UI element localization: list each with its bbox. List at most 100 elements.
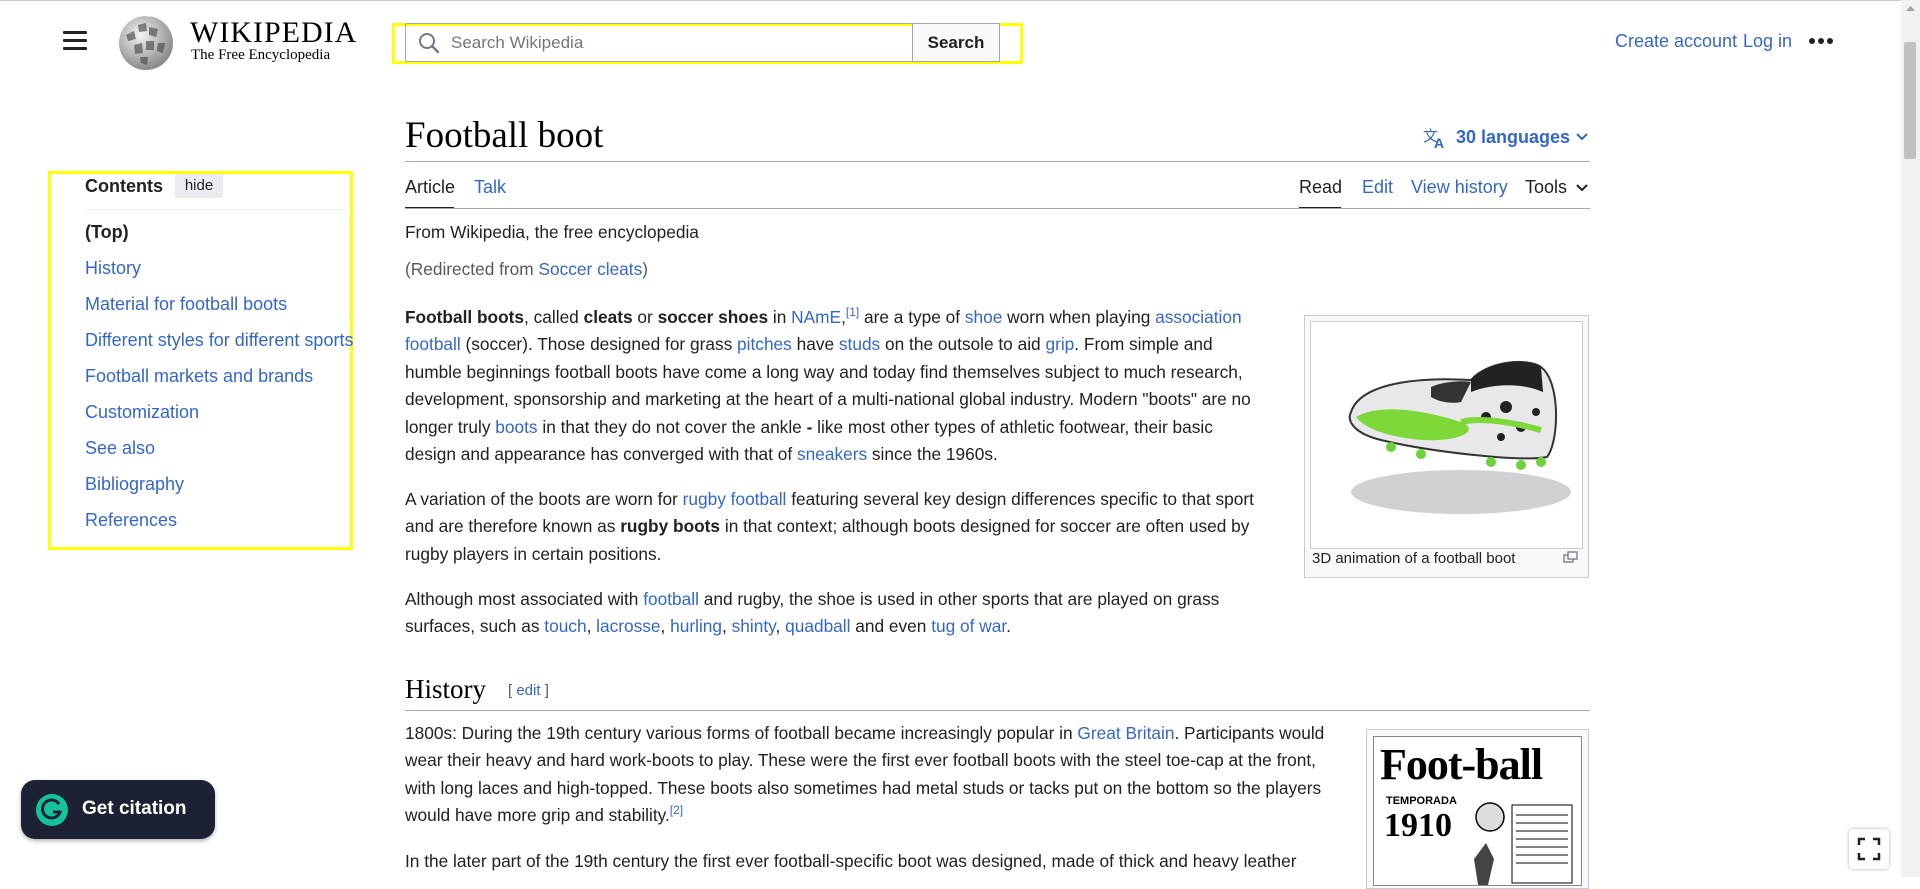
history-paragraph-2: In the later part of the 19th century th… <box>405 848 1340 875</box>
create-account-link[interactable]: Create account <box>1615 31 1737 52</box>
scrollbar-thumb[interactable] <box>1904 42 1916 159</box>
tab-edit[interactable]: Edit <box>1362 177 1393 198</box>
tabs-divider <box>405 208 1590 209</box>
chevron-down-icon[interactable] <box>1575 183 1589 193</box>
toc-item-references[interactable]: References <box>85 510 177 531</box>
text-run: are a type of <box>859 307 965 327</box>
football-boot-illustration <box>1348 360 1571 514</box>
article-link[interactable]: studs <box>839 334 880 354</box>
football-boot-image[interactable] <box>1310 321 1583 549</box>
article-link[interactable]: quadball <box>785 616 850 636</box>
poster-title: Foot-ball <box>1380 740 1543 789</box>
text-run: in that they do not cover the ankle <box>537 416 807 437</box>
article-link[interactable]: touch <box>544 616 586 636</box>
languages-button[interactable]: 30 languages <box>1456 127 1570 148</box>
article-link[interactable]: lacrosse <box>596 616 660 636</box>
article-link[interactable]: hurling <box>670 616 722 636</box>
more-options-icon[interactable] <box>1808 32 1834 50</box>
wikipedia-tagline: The Free Encyclopedia <box>191 47 331 63</box>
fullscreen-icon <box>1857 837 1881 861</box>
redirect-link[interactable]: Soccer cleats <box>539 259 643 279</box>
toc-item-markets-brands[interactable]: Football markets and brands <box>85 366 313 387</box>
bold-term: soccer shoes <box>657 307 769 327</box>
language-icon[interactable]: 文 A <box>1422 126 1448 150</box>
text-run: on the outsole to aid <box>880 334 1046 355</box>
article-link[interactable]: shoe <box>965 307 1002 327</box>
toc-item-top[interactable]: (Top) <box>85 222 129 243</box>
text-run: In the later part of the 19th century th… <box>405 851 1297 871</box>
get-citation-label: Get citation <box>82 798 187 819</box>
toc-item-different-styles[interactable]: Different styles for different sports <box>85 330 353 351</box>
citation-ref[interactable]: [2] <box>670 803 683 817</box>
toc-item-bibliography[interactable]: Bibliography <box>85 474 184 495</box>
bold-term: Football boots <box>405 307 525 327</box>
top-border <box>0 0 1920 1</box>
toc-hide-button[interactable]: hide <box>175 174 223 198</box>
football-poster-image[interactable]: Foot-ball TEMPORADA 1910 <box>1373 736 1582 886</box>
article-link[interactable]: rugby football <box>683 489 787 509</box>
infobox-image-frame: 3D animation of a football boot <box>1304 315 1589 578</box>
text-run: . <box>1006 616 1011 637</box>
title-divider <box>405 161 1590 162</box>
text-run: since the 1960s. <box>867 444 998 465</box>
tab-tools[interactable]: Tools <box>1525 177 1567 198</box>
lead-paragraph-3: Although most associated with football a… <box>405 586 1265 641</box>
chevron-down-icon[interactable] <box>1575 132 1589 142</box>
text-run: in <box>768 307 792 327</box>
scroll-up-arrow-icon[interactable] <box>1901 0 1920 17</box>
site-subtitle: From Wikipedia, the free encyclopedia <box>405 222 699 242</box>
article-link[interactable]: tug of war <box>931 616 1006 636</box>
article-link[interactable]: boots <box>495 417 537 437</box>
article-link[interactable]: pitches <box>737 334 792 354</box>
tab-article[interactable]: Article <box>405 177 455 198</box>
text-run: or <box>632 307 658 327</box>
page-title: Football boot <box>405 115 604 156</box>
search-placeholder: Search Wikipedia <box>451 33 584 52</box>
toc-item-see-also[interactable]: See also <box>85 438 155 459</box>
infobox-caption: 3D animation of a football boot <box>1312 550 1516 567</box>
article-link[interactable]: Great Britain <box>1077 723 1174 743</box>
text-run: , <box>586 616 597 637</box>
enlarge-icon[interactable] <box>1563 551 1579 565</box>
search-icon <box>419 33 440 54</box>
text-run: have <box>791 334 839 355</box>
get-citation-button[interactable]: Get citation <box>21 780 215 839</box>
wikipedia-wordmark[interactable]: WIKIPEDIA <box>190 16 357 50</box>
tab-talk[interactable]: Talk <box>474 177 506 198</box>
text-run: , <box>722 616 732 637</box>
article-link[interactable]: grip <box>1045 334 1074 354</box>
section-edit-link: [ edit ] <box>508 682 549 699</box>
article-link[interactable]: shinty <box>732 616 776 636</box>
bold-term: rugby boots <box>620 516 721 537</box>
text-run: , <box>775 616 786 637</box>
redirect-notice: (Redirected from Soccer cleats) <box>405 259 648 279</box>
tab-view-history[interactable]: View history <box>1411 177 1508 198</box>
search-button[interactable]: Search <box>913 23 1000 62</box>
citation-ref[interactable]: [1] <box>846 305 859 319</box>
history-edit-link[interactable]: edit <box>516 682 540 699</box>
search-input[interactable]: Search Wikipedia <box>405 23 913 62</box>
article-link[interactable]: football <box>643 589 699 609</box>
text-run: and even <box>850 616 932 637</box>
text-run: Although most associated with <box>405 589 644 609</box>
article-link[interactable]: sneakers <box>797 444 867 464</box>
wikipedia-globe-icon[interactable] <box>114 13 178 71</box>
svg-text:A: A <box>1434 135 1444 150</box>
grammarly-logo-icon <box>36 794 68 826</box>
poster-subtitle: TEMPORADA <box>1386 795 1457 807</box>
log-in-link[interactable]: Log in <box>1743 31 1792 52</box>
main-menu-icon[interactable] <box>63 31 87 51</box>
section-heading-history: History <box>405 674 486 704</box>
toc-item-history[interactable]: History <box>85 258 141 279</box>
text-run: , called <box>524 307 584 327</box>
text-run: worn when playing <box>1002 307 1156 327</box>
text-run: 1800s: During the 19th century various f… <box>405 723 1078 743</box>
lead-paragraph-2: A variation of the boots are worn for ru… <box>405 486 1265 568</box>
tab-read[interactable]: Read <box>1299 177 1342 198</box>
toc-item-customization[interactable]: Customization <box>85 402 199 423</box>
toc-item-material[interactable]: Material for football boots <box>85 294 287 315</box>
fullscreen-button[interactable] <box>1849 829 1889 869</box>
poster-illustration <box>1474 802 1573 885</box>
article-link[interactable]: NAmE <box>791 307 841 327</box>
football-poster-frame: Foot-ball TEMPORADA 1910 <box>1366 729 1589 889</box>
